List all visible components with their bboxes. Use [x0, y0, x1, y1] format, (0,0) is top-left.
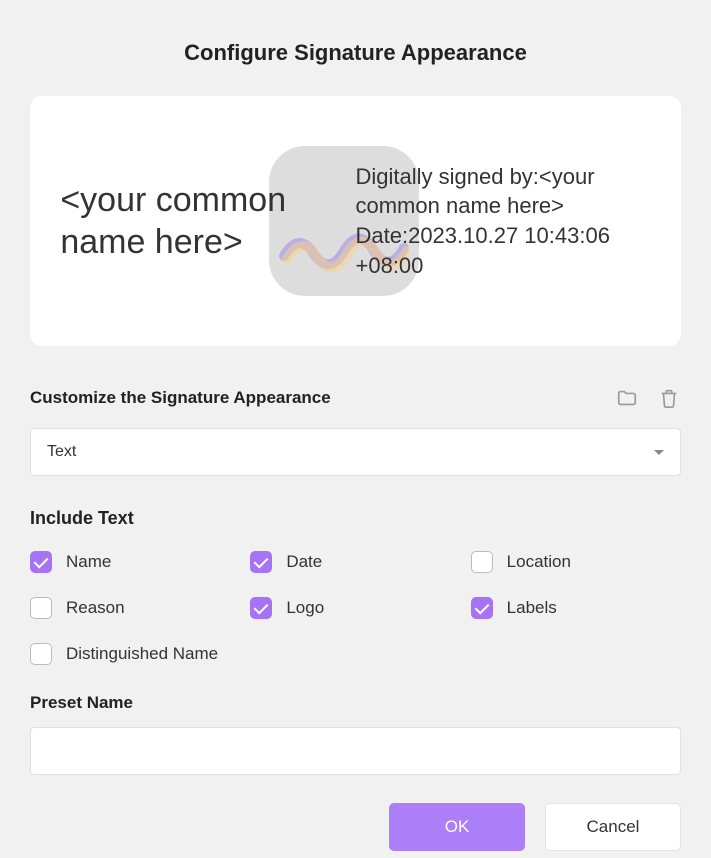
checkbox-location[interactable]: Location	[471, 551, 681, 573]
checkbox-box[interactable]	[471, 597, 493, 619]
preset-name-input[interactable]	[30, 727, 681, 775]
checkbox-label: Reason	[66, 598, 125, 618]
signature-preview: <your common name here> Digitally signed…	[30, 96, 681, 346]
checkbox-label: Location	[507, 552, 571, 572]
cancel-button[interactable]: Cancel	[545, 803, 681, 851]
checkbox-box[interactable]	[471, 551, 493, 573]
select-value: Text	[47, 443, 76, 461]
checkbox-label: Distinguished Name	[66, 644, 218, 664]
checkbox-box[interactable]	[30, 597, 52, 619]
trash-icon[interactable]	[657, 386, 681, 410]
preview-signature-details: Digitally signed by:<your common name he…	[356, 162, 651, 281]
chevron-down-icon	[654, 450, 664, 455]
checkbox-date[interactable]: Date	[250, 551, 460, 573]
preview-date: Date:2023.10.27 10:43:06 +08:00	[356, 221, 651, 280]
preview-signed-by: Digitally signed by:<your common name he…	[356, 162, 651, 221]
checkbox-reason[interactable]: Reason	[30, 597, 240, 619]
checkbox-label: Name	[66, 552, 111, 572]
checkbox-logo[interactable]: Logo	[250, 597, 460, 619]
checkbox-box[interactable]	[250, 551, 272, 573]
preview-common-name: <your common name here>	[60, 179, 355, 264]
customize-label: Customize the Signature Appearance	[30, 388, 331, 408]
checkbox-box[interactable]	[30, 551, 52, 573]
include-text-label: Include Text	[30, 508, 681, 529]
checkbox-labels[interactable]: Labels	[471, 597, 681, 619]
folder-icon[interactable]	[615, 386, 639, 410]
page-title: Configure Signature Appearance	[30, 40, 681, 66]
checkbox-distinguished_name[interactable]: Distinguished Name	[30, 643, 240, 665]
checkbox-box[interactable]	[250, 597, 272, 619]
ok-button[interactable]: OK	[389, 803, 525, 851]
checkbox-name[interactable]: Name	[30, 551, 240, 573]
checkbox-label: Date	[286, 552, 322, 572]
checkbox-label: Labels	[507, 598, 557, 618]
checkbox-box[interactable]	[30, 643, 52, 665]
preset-name-label: Preset Name	[30, 693, 681, 713]
appearance-type-select[interactable]: Text	[30, 428, 681, 476]
checkbox-label: Logo	[286, 598, 324, 618]
include-options-grid: Name Date Location Reason Logo Labels Distingu…	[30, 551, 681, 665]
